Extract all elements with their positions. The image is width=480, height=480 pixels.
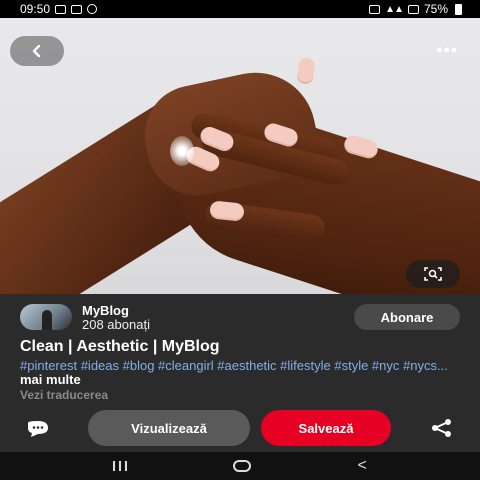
pin-image[interactable]: ••• — [0, 18, 480, 294]
gallery-icon — [55, 4, 67, 14]
visual-search-button[interactable] — [406, 260, 460, 288]
follower-count: 208 abonați — [82, 317, 150, 332]
navigation-bar: < — [0, 452, 480, 480]
follow-button[interactable]: Abonare — [354, 304, 460, 330]
cream — [170, 136, 194, 166]
more-icon: ••• — [436, 40, 458, 60]
back-arrow-icon — [32, 44, 41, 58]
home-button[interactable] — [233, 460, 252, 472]
message-icon — [71, 4, 83, 14]
pin-info-panel: MyBlog 208 abonați Abonare Clean | Aesth… — [0, 294, 480, 452]
translate-link[interactable]: Vezi traducerea — [20, 388, 108, 402]
pin-title: Clean | Aesthetic | MyBlog — [20, 338, 220, 355]
comment-button[interactable] — [24, 420, 52, 438]
status-bar: 09:50 ▲▲ 75% — [0, 0, 480, 18]
wifi-icon: ▲▲ — [385, 3, 404, 15]
visual-search-icon — [424, 267, 442, 281]
recent-apps-button[interactable] — [113, 461, 128, 471]
back-nav-button[interactable]: < — [358, 457, 367, 475]
back-button[interactable] — [10, 36, 64, 66]
status-time: 09:50 — [20, 2, 51, 16]
share-button[interactable] — [428, 418, 456, 438]
battery-icon — [455, 3, 462, 15]
pin-description: #pinterest #ideas #blog #cleangirl #aest… — [20, 359, 450, 387]
view-button[interactable]: Vizualizează — [88, 410, 250, 446]
comment-icon — [28, 421, 48, 437]
share-icon — [432, 419, 451, 437]
nail — [296, 57, 316, 85]
more-link[interactable]: mai multe — [20, 372, 81, 387]
description-tags[interactable]: #pinterest #ideas #blog #cleangirl #aest… — [20, 358, 448, 373]
save-button[interactable]: Salvează — [261, 410, 391, 446]
whatsapp-icon — [87, 4, 98, 14]
more-options-button[interactable]: ••• — [436, 40, 458, 60]
avatar[interactable] — [20, 304, 72, 330]
author-name[interactable]: MyBlog — [82, 303, 129, 318]
signal-icon — [407, 4, 419, 14]
notification-icon — [369, 4, 381, 14]
battery-percent: 75% — [423, 2, 448, 16]
